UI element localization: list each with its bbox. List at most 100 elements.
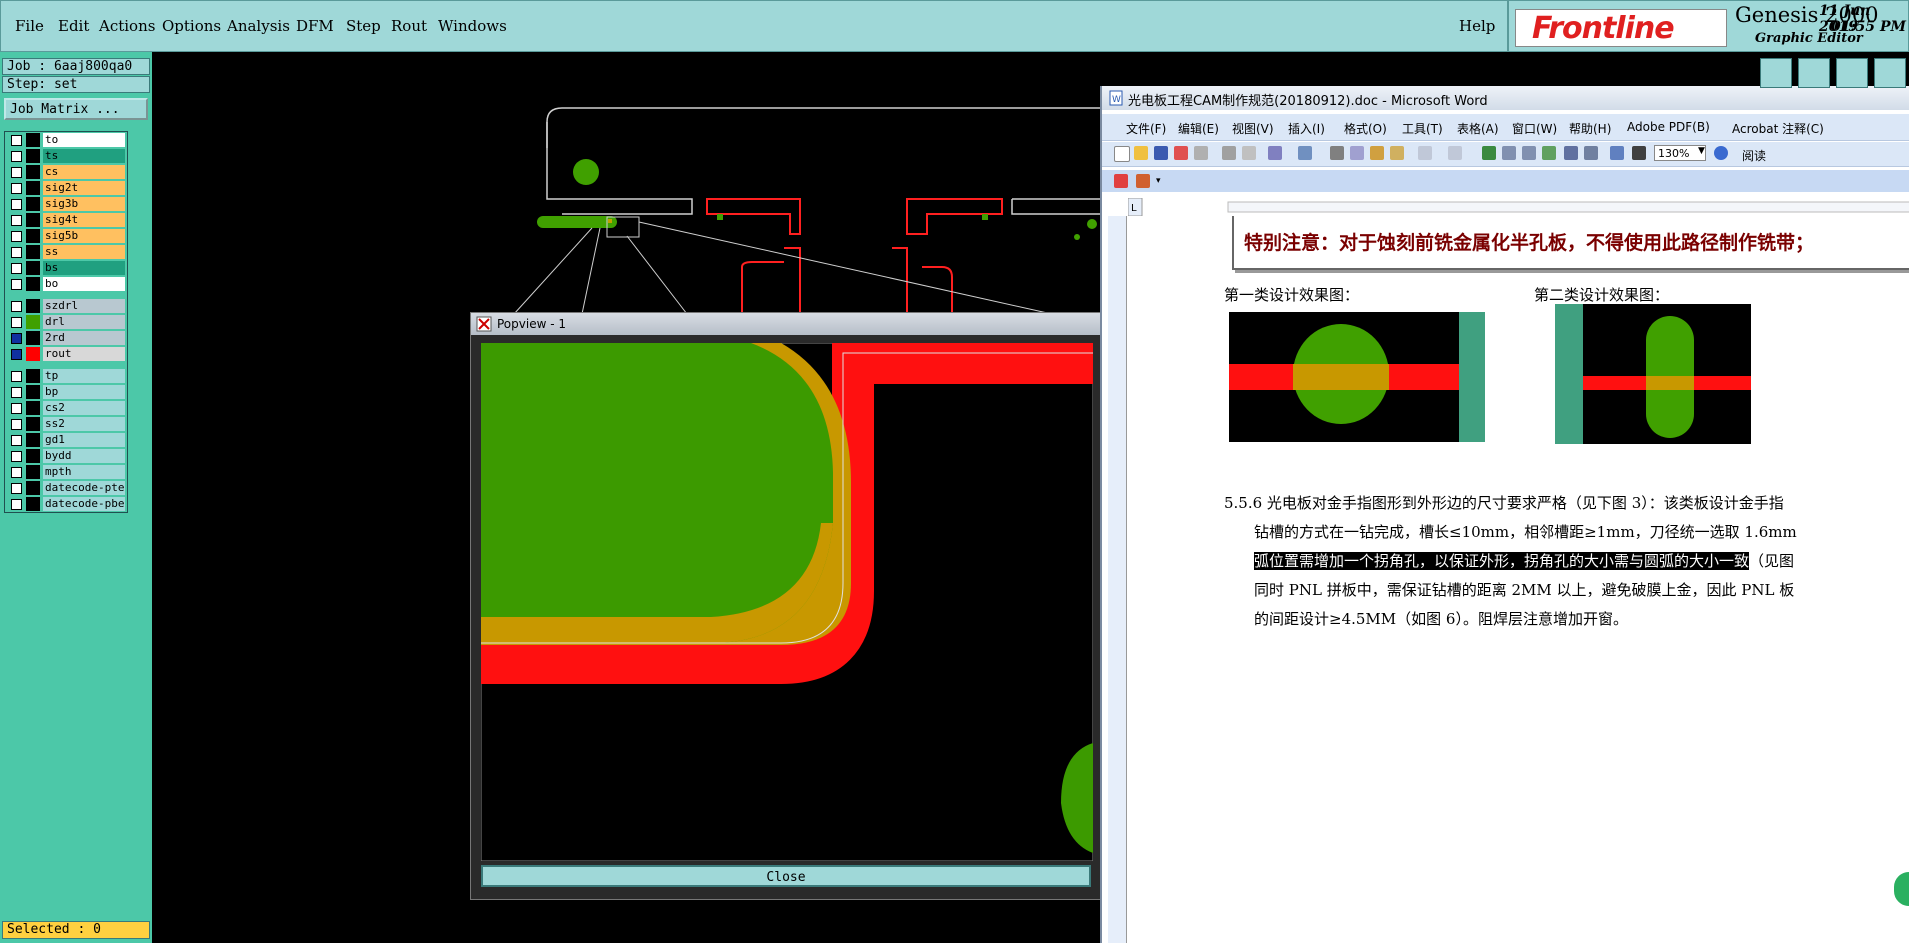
layer-name[interactable]: to — [43, 133, 125, 147]
layer-checkbox[interactable] — [11, 403, 22, 414]
layer-name[interactable]: sig2t — [43, 181, 125, 195]
genesis-tool-icon-3[interactable] — [1836, 58, 1868, 88]
layer-checkbox[interactable] — [11, 467, 22, 478]
layer-name[interactable]: mpth — [43, 465, 125, 479]
layer-row-sig5b[interactable]: sig5b — [5, 228, 127, 244]
layer-color-swatch[interactable] — [26, 229, 40, 243]
layer-color-swatch[interactable] — [26, 465, 40, 479]
layer-color-swatch[interactable] — [26, 449, 40, 463]
layer-row-2rd[interactable]: 2rd — [5, 330, 127, 346]
menu-analysis[interactable]: Analysis — [227, 17, 290, 35]
layer-color-swatch[interactable] — [26, 347, 40, 361]
layer-name[interactable]: datecode-pte — [43, 481, 125, 495]
toolbar-options-icon[interactable]: ▾ — [1156, 176, 1161, 186]
layer-checkbox[interactable] — [11, 167, 22, 178]
layer-color-swatch[interactable] — [26, 315, 40, 329]
layer-name[interactable]: tp — [43, 369, 125, 383]
columns-icon[interactable] — [1564, 146, 1578, 160]
word-menu-view[interactable]: 视图(V) — [1232, 120, 1274, 137]
layer-name[interactable]: cs — [43, 165, 125, 179]
layer-name[interactable]: ss2 — [43, 417, 125, 431]
layer-name[interactable]: bo — [43, 277, 125, 291]
layer-color-swatch[interactable] — [26, 165, 40, 179]
word-menu-adobe-pdf[interactable]: Adobe PDF(B) — [1627, 120, 1710, 134]
print-preview-icon[interactable] — [1222, 146, 1236, 160]
layer-name[interactable]: ss — [43, 245, 125, 259]
word-menu-file[interactable]: 文件(F) — [1126, 120, 1166, 137]
layer-name[interactable]: sig3b — [43, 197, 125, 211]
word-menu-help[interactable]: 帮助(H) — [1569, 120, 1611, 137]
layer-checkbox[interactable] — [11, 231, 22, 242]
layer-checkbox[interactable] — [11, 279, 22, 290]
layer-row-sig3b[interactable]: sig3b — [5, 196, 127, 212]
redo-icon[interactable] — [1448, 146, 1462, 160]
layer-row-cs2[interactable]: cs2 — [5, 400, 127, 416]
layer-checkbox[interactable] — [11, 419, 22, 430]
layer-checkbox[interactable] — [11, 317, 22, 328]
word-menu-acrobat[interactable]: Acrobat 注释(C) — [1732, 120, 1824, 137]
layer-row-szdrl[interactable]: szdrl — [5, 298, 127, 314]
word-menu-window[interactable]: 窗口(W) — [1512, 120, 1557, 137]
vertical-ruler[interactable] — [1108, 216, 1127, 943]
convert-pdf-email-icon[interactable] — [1136, 174, 1150, 188]
layer-name[interactable]: sig4t — [43, 213, 125, 227]
copy-icon[interactable] — [1350, 146, 1364, 160]
layer-color-swatch[interactable] — [26, 401, 40, 415]
genesis-tool-icon-4[interactable] — [1874, 58, 1906, 88]
layer-row-cs[interactable]: cs — [5, 164, 127, 180]
layer-name[interactable]: cs2 — [43, 401, 125, 415]
layer-row-bydd[interactable]: bydd — [5, 448, 127, 464]
popview-canvas[interactable] — [481, 343, 1093, 861]
permission-icon[interactable] — [1174, 146, 1188, 160]
layer-color-swatch[interactable] — [26, 277, 40, 291]
layer-row-mpth[interactable]: mpth — [5, 464, 127, 480]
layer-color-swatch[interactable] — [26, 481, 40, 495]
word-menu-format[interactable]: 格式(O) — [1344, 120, 1387, 137]
layer-row-datecode-pte[interactable]: datecode-pte — [5, 480, 127, 496]
read-mode-button[interactable]: 阅读 — [1742, 147, 1766, 164]
layer-checkbox[interactable] — [11, 371, 22, 382]
job-matrix-button[interactable]: Job Matrix ... — [4, 98, 148, 120]
word-menu-tools[interactable]: 工具(T) — [1402, 120, 1443, 137]
word-window[interactable]: W 光电板工程CAM制作规范(20180912).doc - Microsoft… — [1100, 86, 1909, 943]
format-painter-icon[interactable] — [1390, 146, 1404, 160]
layer-row-to[interactable]: to — [5, 132, 127, 148]
layer-row-ts[interactable]: ts — [5, 148, 127, 164]
menu-rout[interactable]: Rout — [391, 17, 427, 35]
undo-icon[interactable] — [1418, 146, 1432, 160]
layer-name[interactable]: bs — [43, 261, 125, 275]
layer-row-tp[interactable]: tp — [5, 368, 127, 384]
insert-table-icon[interactable] — [1522, 146, 1536, 160]
spelling-icon[interactable] — [1242, 146, 1256, 160]
menu-step[interactable]: Step — [346, 17, 381, 35]
layer-row-ss[interactable]: ss — [5, 244, 127, 260]
layer-row-gd1[interactable]: gd1 — [5, 432, 127, 448]
document-page[interactable]: 特别注意：对于蚀刻前铣金属化半孔板，不得使用此路径制作铣带； 第一类设计效果图：… — [1128, 216, 1909, 943]
insert-excel-icon[interactable] — [1542, 146, 1556, 160]
layer-row-bo[interactable]: bo — [5, 276, 127, 292]
new-doc-icon[interactable] — [1114, 146, 1130, 162]
layer-color-swatch[interactable] — [26, 261, 40, 275]
layer-checkbox[interactable] — [11, 499, 22, 510]
print-icon[interactable] — [1194, 146, 1208, 160]
popview-titlebar[interactable]: Popview - 1 — [471, 313, 1101, 335]
word-menu-insert[interactable]: 插入(I) — [1288, 120, 1325, 137]
tables-borders-icon[interactable] — [1502, 146, 1516, 160]
layer-row-bs[interactable]: bs — [5, 260, 127, 276]
layer-row-drl[interactable]: drl — [5, 314, 127, 330]
layer-name[interactable]: rout — [43, 347, 125, 361]
layer-checkbox[interactable] — [11, 387, 22, 398]
layer-checkbox[interactable] — [11, 333, 22, 344]
menu-help[interactable]: Help — [1459, 17, 1495, 35]
layer-checkbox[interactable] — [11, 151, 22, 162]
layer-color-swatch[interactable] — [26, 181, 40, 195]
paste-icon[interactable] — [1370, 146, 1384, 160]
layer-name[interactable]: szdrl — [43, 299, 125, 313]
layer-name[interactable]: ts — [43, 149, 125, 163]
layer-checkbox[interactable] — [11, 247, 22, 258]
layer-row-sig2t[interactable]: sig2t — [5, 180, 127, 196]
layer-checkbox[interactable] — [11, 263, 22, 274]
layer-checkbox[interactable] — [11, 451, 22, 462]
layer-checkbox[interactable] — [11, 483, 22, 494]
layer-name[interactable]: gd1 — [43, 433, 125, 447]
